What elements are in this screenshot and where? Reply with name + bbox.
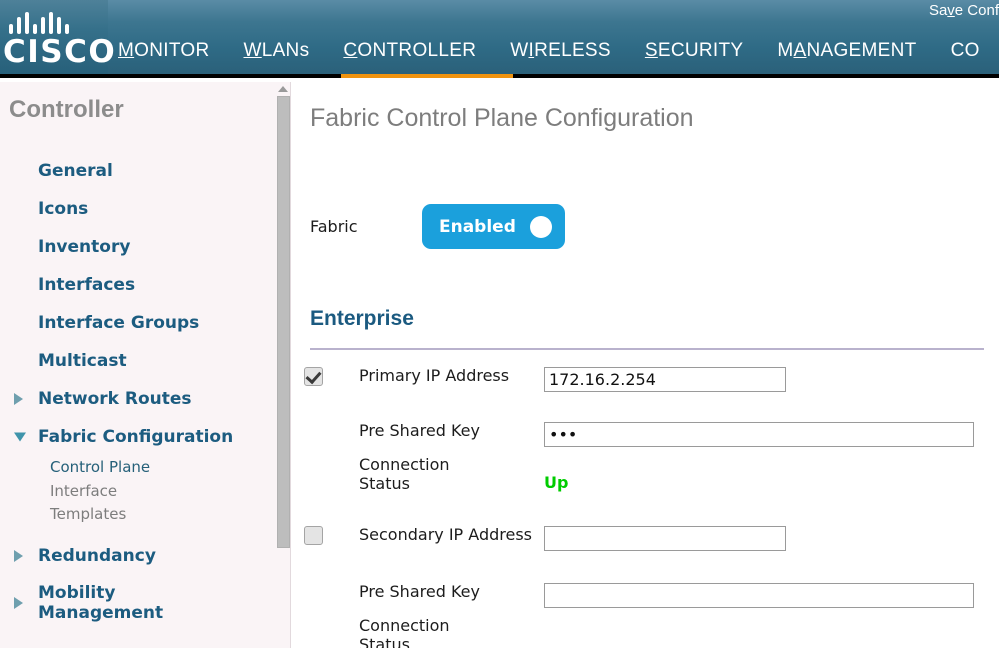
fabric-toggle-row: Fabric Enabled [310, 204, 565, 249]
cisco-bridge-logo-icon [9, 12, 99, 34]
primary-psk-label: Pre Shared Key [359, 421, 480, 440]
sidebar-subitem-templates[interactable]: Templates [50, 503, 272, 527]
sidebar-subitem-interface[interactable]: Interface [50, 480, 272, 504]
primary-ip-label: Primary IP Address [359, 366, 510, 385]
secondary-ip-checkbox[interactable] [304, 526, 323, 545]
nav-item-wlans[interactable]: WLANs [243, 40, 309, 62]
sidebar-item-interface-groups[interactable]: Interface Groups [0, 304, 272, 342]
sidebar-item-redundancy[interactable]: Redundancy [0, 537, 272, 575]
sidebar-item-label: Multicast [38, 351, 127, 371]
sidebar-item-label: General [38, 161, 113, 181]
sidebar-item-interfaces[interactable]: Interfaces [0, 266, 272, 304]
chevron-right-icon[interactable] [14, 393, 23, 405]
primary-ip-checkbox[interactable] [304, 367, 323, 386]
chevron-right-icon[interactable] [14, 549, 23, 562]
chevron-down-icon[interactable] [14, 432, 26, 442]
top-navigation-bar: CISCO Save Conf MONITOR WLANs CONTROLLER… [0, 0, 999, 78]
sidebar-item-label: Mobility Management [38, 582, 164, 623]
secondary-psk-label: Pre Shared Key [359, 582, 480, 601]
sidebar-title: Controller [9, 96, 124, 123]
sidebar-item-label: Redundancy [38, 545, 156, 566]
scroll-up-arrow-icon[interactable] [278, 86, 288, 92]
sidebar-item-label: Inventory [38, 237, 131, 257]
sidebar-item-inventory[interactable]: Inventory [0, 228, 272, 266]
primary-connection-status-value: Up [544, 473, 569, 492]
sidebar-item-mobility-management[interactable]: Mobility Management [0, 583, 272, 623]
sidebar: Controller General Icons Inventory Inter… [0, 82, 291, 648]
main-nav-links: MONITOR WLANs CONTROLLER WIRELESS SECURI… [118, 40, 999, 62]
sidebar-scrollbar[interactable] [276, 82, 290, 648]
sidebar-subitem-control-plane[interactable]: Control Plane [50, 456, 272, 480]
cisco-wordmark: CISCO [3, 34, 117, 70]
chevron-right-icon[interactable] [14, 596, 23, 609]
sidebar-item-fabric-configuration[interactable]: Fabric Configuration [0, 418, 272, 456]
sidebar-item-network-routes[interactable]: Network Routes [0, 380, 272, 418]
page-title: Fabric Control Plane Configuration [310, 104, 694, 132]
sidebar-tree: General Icons Inventory Interfaces Inter… [0, 152, 272, 623]
nav-item-monitor[interactable]: MONITOR [118, 40, 209, 62]
enterprise-section-heading: Enterprise [310, 307, 414, 330]
scrollbar-thumb[interactable] [277, 96, 290, 548]
main-content: Fabric Control Plane Configuration Fabri… [292, 82, 999, 648]
nav-item-controller[interactable]: CONTROLLER [343, 40, 476, 62]
nav-item-management[interactable]: MANAGEMENT [777, 40, 916, 62]
sidebar-item-general[interactable]: General [0, 152, 272, 190]
fabric-enabled-toggle[interactable]: Enabled [422, 204, 565, 249]
primary-psk-input[interactable] [544, 422, 974, 447]
primary-connection-status-label: Connection Status [359, 455, 450, 494]
primary-ip-input[interactable] [544, 367, 786, 392]
sidebar-item-label: Interfaces [38, 275, 136, 295]
secondary-ip-input[interactable] [544, 526, 786, 551]
fabric-toggle-label: Enabled [439, 216, 516, 237]
toggle-knob[interactable] [530, 215, 552, 238]
secondary-psk-input[interactable] [544, 583, 974, 608]
fabric-label: Fabric [310, 217, 358, 236]
fabric-configuration-subtree: Control Plane Interface Templates [0, 456, 272, 527]
sidebar-item-label: Interface Groups [38, 313, 200, 333]
nav-active-indicator [341, 74, 513, 78]
secondary-ip-label: Secondary IP Address [359, 525, 532, 544]
save-configuration-link[interactable]: Save Conf [929, 2, 999, 19]
section-divider [310, 348, 984, 350]
sidebar-item-label: Fabric Configuration [38, 427, 234, 447]
sidebar-item-label: Network Routes [38, 389, 192, 409]
sidebar-item-multicast[interactable]: Multicast [0, 342, 272, 380]
nav-item-security[interactable]: SECURITY [645, 40, 743, 62]
nav-item-wireless[interactable]: WIRELESS [510, 40, 611, 62]
nav-item-commands[interactable]: CO [951, 40, 980, 62]
secondary-connection-status-label: Connection Status [359, 616, 450, 648]
cisco-logo[interactable]: CISCO [0, 0, 115, 74]
sidebar-item-label: Icons [38, 199, 89, 219]
sidebar-item-icons[interactable]: Icons [0, 190, 272, 228]
